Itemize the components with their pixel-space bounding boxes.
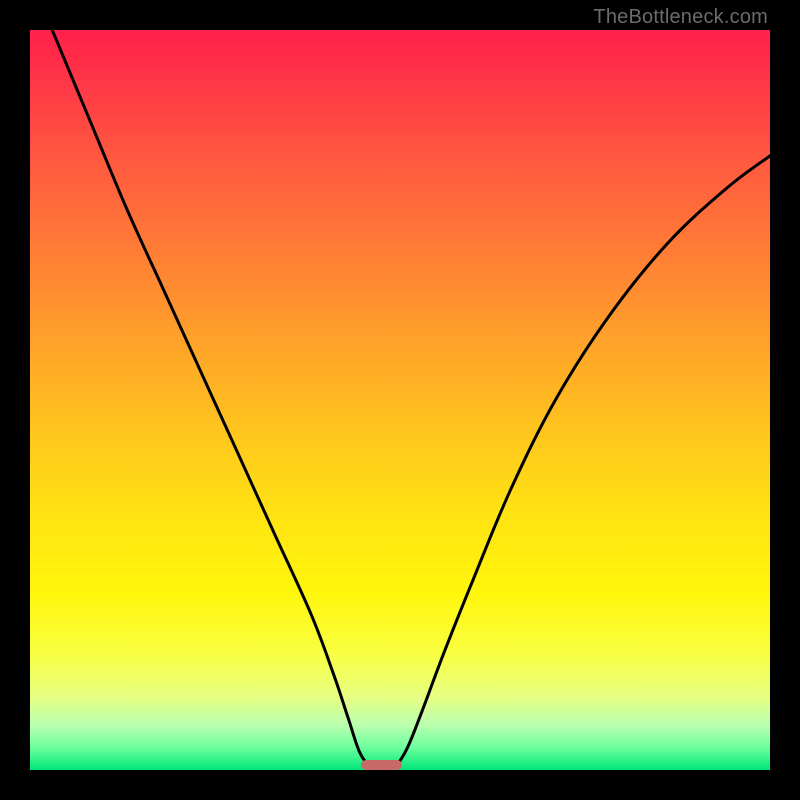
curve-left-branch [52, 30, 369, 766]
plot-area [30, 30, 770, 770]
attribution-label: TheBottleneck.com [593, 6, 768, 29]
outer-frame: TheBottleneck.com [0, 0, 800, 800]
curve-layer [30, 30, 770, 770]
bottleneck-marker [361, 760, 402, 770]
curve-right-branch [396, 156, 770, 767]
